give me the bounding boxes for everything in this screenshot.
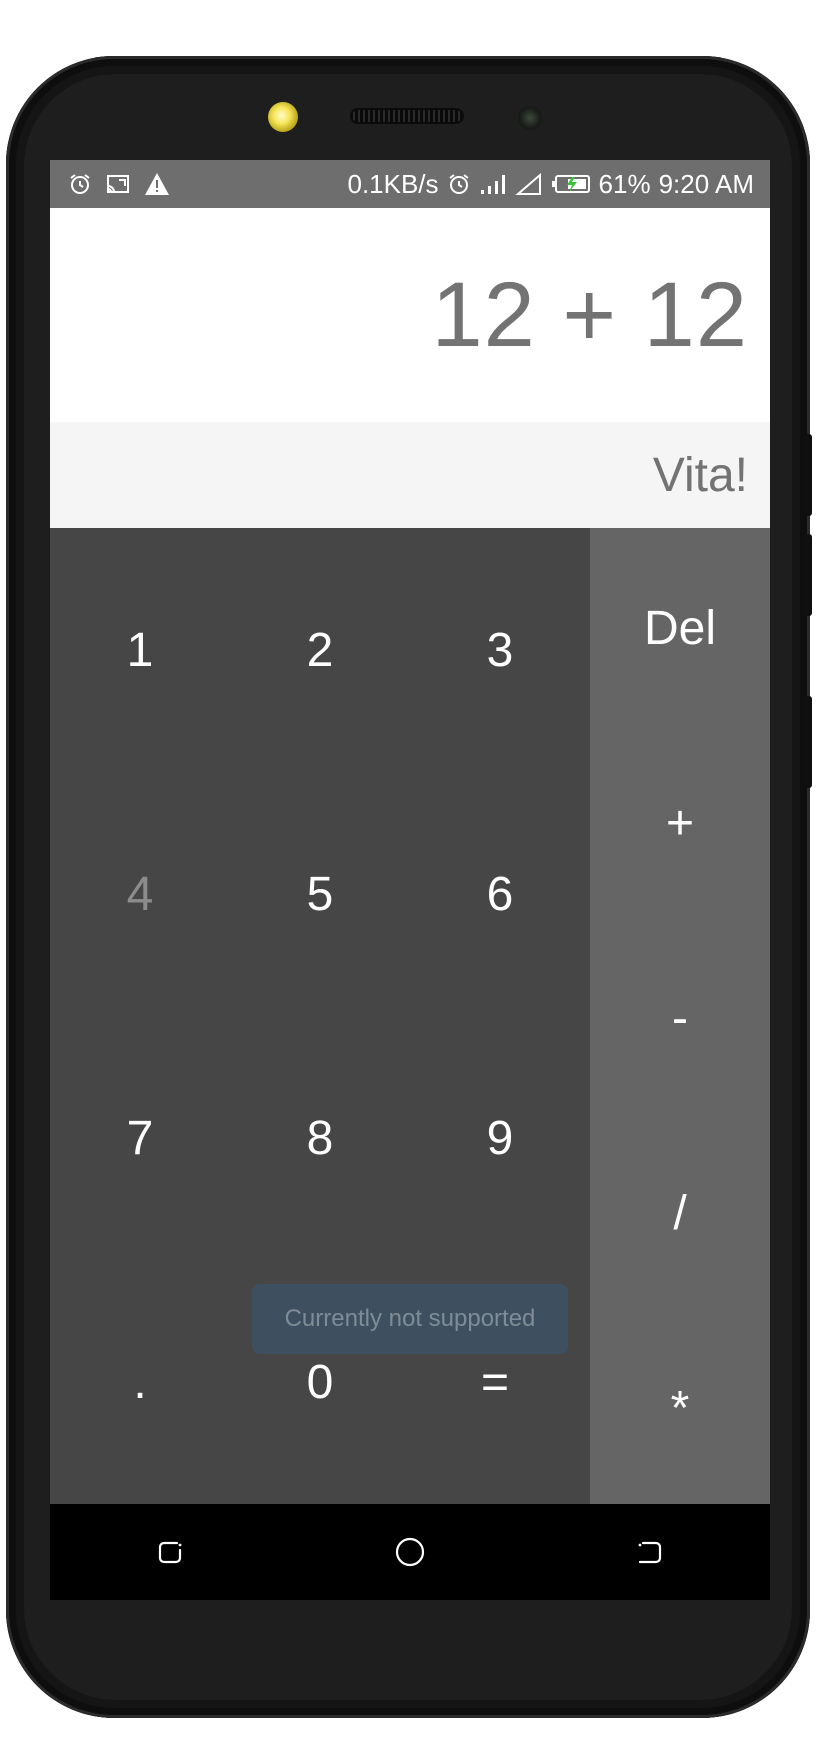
home-icon[interactable] — [370, 1522, 450, 1582]
key-8[interactable]: 8 — [230, 1016, 410, 1260]
result-text: Vita! — [652, 448, 748, 502]
volume-up-button — [802, 434, 812, 516]
signal-icon — [479, 172, 507, 196]
proximity-sensor — [518, 106, 542, 130]
signal-empty-icon — [514, 172, 543, 196]
multiply-button[interactable]: * — [590, 1348, 770, 1468]
status-bar-right: 0.1KB/s 61% 9:20 AM — [347, 169, 770, 200]
earpiece-speaker — [350, 108, 464, 124]
network-speed: 0.1KB/s — [347, 168, 439, 199]
key-1[interactable]: 1 — [50, 528, 230, 772]
alarm-icon — [447, 172, 471, 196]
screen: 0.1KB/s 61% 9:20 AM 12 + 12 Vita! 1 2 3 — [50, 160, 770, 1600]
front-camera — [268, 102, 298, 132]
divide-button[interactable]: / — [590, 1153, 770, 1273]
key-4[interactable]: 4 — [50, 772, 230, 1016]
subtract-button[interactable]: - — [590, 958, 770, 1078]
delete-button[interactable]: Del — [590, 568, 770, 688]
back-icon[interactable] — [610, 1522, 690, 1582]
recent-apps-icon[interactable] — [130, 1522, 210, 1582]
key-7[interactable]: 7 — [50, 1016, 230, 1260]
number-pad: 1 2 3 4 5 6 7 8 9 . 0 = — [50, 528, 590, 1504]
expression-text: 12 + 12 — [431, 263, 748, 366]
operator-pad: Del + - / * — [590, 528, 770, 1504]
toast-message: Currently not supported — [284, 1305, 536, 1332]
expression-display: 12 + 12 — [50, 208, 770, 422]
status-bar: 0.1KB/s 61% 9:20 AM — [50, 160, 770, 208]
key-5[interactable]: 5 — [230, 772, 410, 1016]
alarm-icon — [68, 172, 92, 196]
battery-charging-icon — [551, 172, 591, 196]
battery-percent: 61% — [598, 168, 651, 199]
navigation-bar — [50, 1504, 770, 1600]
key-2[interactable]: 2 — [230, 528, 410, 772]
key-6[interactable]: 6 — [410, 772, 590, 1016]
key-decimal[interactable]: . — [50, 1260, 230, 1504]
volume-down-button — [802, 534, 812, 616]
warning-icon — [144, 172, 170, 196]
clock: 9:20 AM — [658, 168, 754, 199]
add-button[interactable]: + — [590, 763, 770, 883]
status-bar-left — [50, 172, 170, 196]
power-button — [802, 696, 812, 788]
toast-notification: Currently not supported — [252, 1284, 568, 1354]
result-display: Vita! — [50, 422, 770, 528]
cast-icon — [106, 172, 130, 196]
key-9[interactable]: 9 — [410, 1016, 590, 1260]
key-3[interactable]: 3 — [410, 528, 590, 772]
